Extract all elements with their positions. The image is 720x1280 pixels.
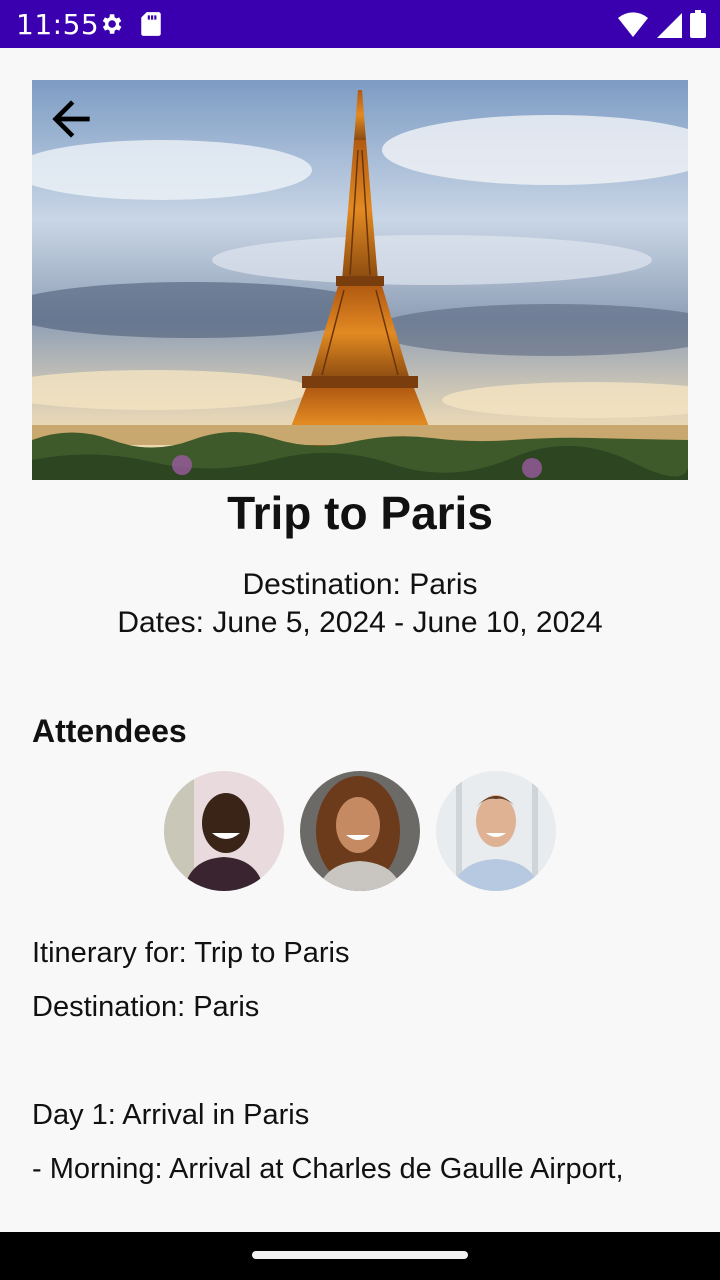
hero-image <box>32 80 688 480</box>
attendees-list <box>164 771 556 891</box>
battery-icon <box>690 10 706 43</box>
home-handle[interactable] <box>252 1251 468 1259</box>
wifi-icon <box>618 12 648 43</box>
itinerary-line: Day 1: Arrival in Paris <box>32 1099 310 1131</box>
itinerary-line: - Morning: Arrival at Charles de Gaulle … <box>32 1153 624 1185</box>
sd-card-icon <box>140 11 162 42</box>
arrow-back-icon <box>43 91 99 152</box>
attendees-heading: Attendees <box>32 713 187 749</box>
itinerary-line <box>32 1034 702 1088</box>
trip-summary: Destination: Paris Dates: June 5, 2024 -… <box>0 566 720 642</box>
status-time: 11:55 <box>16 8 100 41</box>
avatar[interactable] <box>436 771 556 891</box>
signal-icon <box>656 12 682 43</box>
status-bar: 11:55 <box>0 0 720 48</box>
avatar[interactable] <box>164 771 284 891</box>
itinerary-text: Itinerary for: Trip to Paris Destination… <box>32 926 702 1196</box>
system-nav-bar <box>0 1232 720 1280</box>
avatar[interactable] <box>300 771 420 891</box>
itinerary-line: Itinerary for: Trip to Paris <box>32 937 350 969</box>
trip-title: Trip to Paris <box>227 487 493 539</box>
trip-dates: Dates: June 5, 2024 - June 10, 2024 <box>117 606 603 639</box>
itinerary-line: Destination: Paris <box>32 991 260 1023</box>
settings-icon <box>98 11 124 42</box>
trip-destination: Destination: Paris <box>242 568 478 601</box>
back-button[interactable] <box>40 90 102 152</box>
